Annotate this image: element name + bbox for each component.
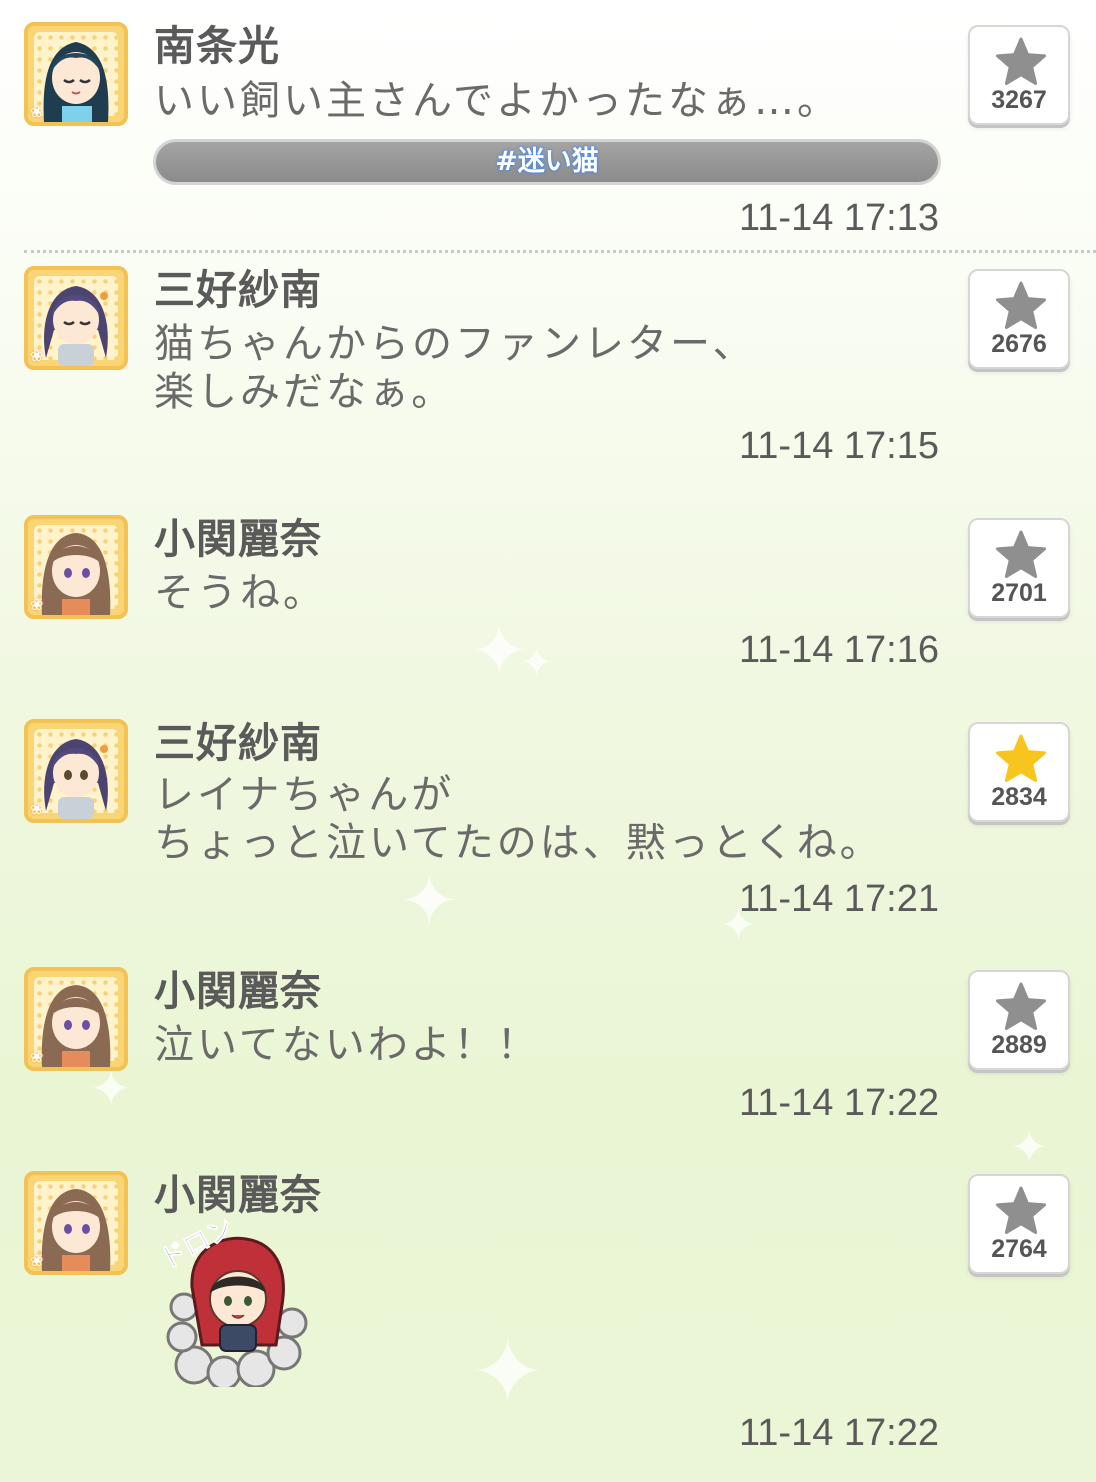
like-count: 2676 [991,330,1047,358]
post-timestamp: 11-14 17:15 [738,425,939,467]
message-text: そうね。 [154,570,326,616]
post-item: ❀ 小関麗奈 ドロン 11-14 17:22 2764 [0,1171,1096,1461]
avatar[interactable]: ❀ [24,967,128,1071]
avatar[interactable]: ❀ [24,266,128,370]
like-button[interactable]: 2676 [968,269,1070,369]
post-item: ❀ 小関麗奈 そうね。 11-14 17:16 2701 [0,515,1096,675]
like-button[interactable]: 2701 [968,518,1070,618]
comment-feed: ❀ 南条光 いい飼い主さんでよかったなぁ…。 #迷い猫 11-14 17:13 … [0,0,1096,1482]
like-count: 3267 [991,86,1047,114]
flower-icon: ❀ [30,1251,44,1270]
star-icon [996,734,1046,782]
star-icon [996,982,1046,1030]
author-name[interactable]: 小関麗奈 [154,515,322,563]
author-name[interactable]: 小関麗奈 [154,1171,322,1219]
message-text: 泣いてないわよ！！ [154,1022,540,1068]
author-name[interactable]: 三好紗南 [154,719,322,767]
star-icon [996,530,1046,578]
like-button[interactable]: 3267 [968,25,1070,125]
avatar[interactable]: ❀ [24,515,128,619]
author-name[interactable]: 南条光 [154,22,280,70]
avatar[interactable]: ❀ [24,719,128,823]
like-count: 2834 [991,783,1047,811]
flower-icon: ❀ [30,595,44,614]
flower-icon: ❀ [30,799,44,818]
flower-icon: ❀ [30,1047,44,1066]
flower-icon: ❀ [30,102,44,121]
author-name[interactable]: 三好紗南 [154,266,322,314]
avatar[interactable]: ❀ [24,22,128,126]
like-button[interactable]: 2764 [968,1174,1070,1274]
hashtag-label: #迷い猫 [495,146,599,177]
like-button[interactable]: 2889 [968,970,1070,1070]
divider [24,250,1096,253]
post-item: ❀ 三好紗南 レイナちゃんが ちょっと泣いてたのは、黙っとくね。 11-14 1… [0,719,1096,929]
hashtag-button[interactable]: #迷い猫 [153,139,941,185]
author-name[interactable]: 小関麗奈 [154,967,322,1015]
star-icon [996,1186,1046,1234]
post-item: ❀ 三好紗南 猫ちゃんからのファンレター、 楽しみだなぁ。 11-14 17:1… [0,266,1096,476]
avatar[interactable]: ❀ [24,1171,128,1275]
post-item: ❀ 小関麗奈 泣いてないわよ！！ 11-14 17:22 2889 [0,967,1096,1127]
post-timestamp: 11-14 17:22 [738,1412,939,1454]
like-count: 2889 [991,1031,1047,1059]
message-text: レイナちゃんが ちょっと泣いてたのは、黙っとくね。 [154,772,883,866]
like-count: 2701 [991,579,1047,607]
post-timestamp: 11-14 17:13 [738,197,939,239]
like-count: 2764 [991,1235,1047,1263]
message-text: いい飼い主さんでよかったなぁ…。 [154,78,840,124]
star-icon [996,281,1046,329]
sticker-image[interactable]: ドロン [154,1212,314,1391]
like-button[interactable]: 2834 [968,722,1070,822]
post-timestamp: 11-14 17:16 [738,629,939,671]
post-timestamp: 11-14 17:22 [738,1082,939,1124]
flower-icon: ❀ [30,346,44,365]
post-timestamp: 11-14 17:21 [738,878,939,920]
post-item: ❀ 南条光 いい飼い主さんでよかったなぁ…。 #迷い猫 11-14 17:13 … [0,22,1096,250]
star-icon [996,37,1046,85]
message-text: 猫ちゃんからのファンレター、 楽しみだなぁ。 [154,321,756,415]
